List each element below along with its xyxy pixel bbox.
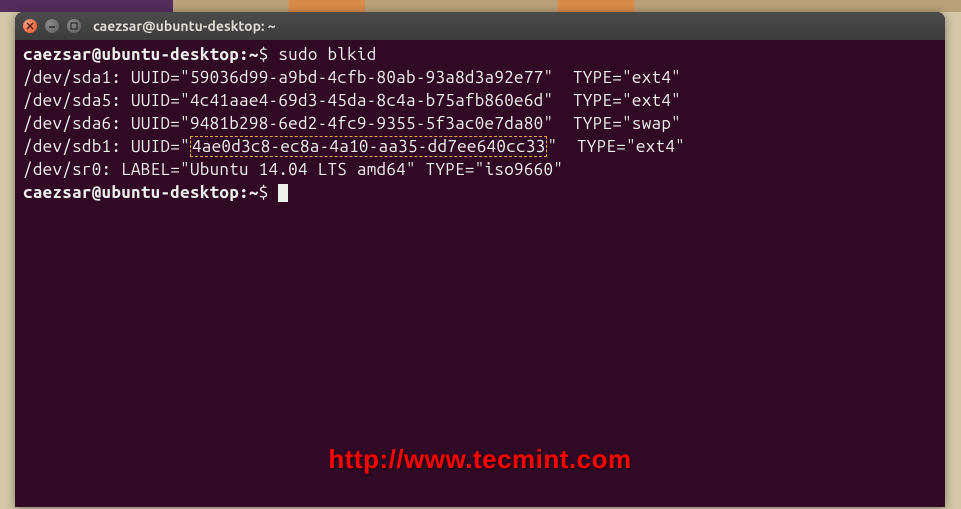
watermark-text: http://www.tecmint.com — [328, 444, 631, 475]
device-name: /dev/sr0: — [23, 160, 111, 179]
type-value: "swap" — [622, 114, 681, 133]
label-key: LABEL= — [121, 160, 180, 179]
uuid-value: "59036d99-a9bd-4cfb-80ab-93a8d3a92e77" — [180, 68, 553, 87]
highlighted-uuid: 4ae0d3c8-ec8a-4a10-aa35-dd7ee640cc33 — [190, 136, 548, 157]
uuid-value: "4c41aae4-69d3-45da-8c4a-b75afb860e6d" — [180, 91, 553, 110]
command-text: sudo blkid — [278, 45, 376, 64]
prompt-path: ~ — [249, 183, 259, 202]
type-label: TYPE= — [426, 160, 475, 179]
prompt-line-idle: caezsar@ubuntu-desktop:~$ — [23, 182, 937, 205]
prompt-path: ~ — [249, 45, 259, 64]
device-name: /dev/sdb1: — [23, 137, 121, 156]
prompt-user-host: caezsar@ubuntu-desktop — [23, 45, 239, 64]
uuid-label: UUID= — [131, 68, 180, 87]
prompt-line: caezsar@ubuntu-desktop:~$ sudo blkid — [23, 44, 937, 67]
cursor — [278, 184, 288, 202]
terminal-content[interactable]: caezsar@ubuntu-desktop:~$ sudo blkid /de… — [15, 40, 945, 209]
uuid-value: "9481b298-6ed2-4fc9-9355-5f3ac0e7da80" — [180, 114, 553, 133]
device-name: /dev/sda5: — [23, 91, 121, 110]
device-name: /dev/sda1: — [23, 68, 121, 87]
type-label: TYPE= — [573, 91, 622, 110]
uuid-label: UUID= — [131, 91, 180, 110]
type-value: "ext4" — [622, 91, 681, 110]
output-line-sda5: /dev/sda5: UUID="4c41aae4-69d3-45da-8c4a… — [23, 90, 937, 113]
minimize-button[interactable] — [45, 19, 59, 33]
output-line-sda6: /dev/sda6: UUID="9481b298-6ed2-4fc9-9355… — [23, 113, 937, 136]
output-line-sdb1: /dev/sdb1: UUID="4ae0d3c8-ec8a-4a10-aa35… — [23, 136, 937, 159]
window-titlebar[interactable]: caezsar@ubuntu-desktop: ~ — [15, 12, 945, 40]
device-name: /dev/sda6: — [23, 114, 121, 133]
type-label: TYPE= — [573, 114, 622, 133]
label-value: "Ubuntu 14.04 LTS amd64" — [180, 160, 416, 179]
type-value: "ext4" — [622, 68, 681, 87]
uuid-close-quote: " — [547, 137, 557, 156]
uuid-label: UUID=" — [131, 137, 190, 156]
type-label: TYPE= — [573, 68, 622, 87]
type-value: "iso9660" — [475, 160, 563, 179]
window-controls — [23, 19, 81, 33]
output-line-sr0: /dev/sr0: LABEL="Ubuntu 14.04 LTS amd64"… — [23, 159, 937, 182]
type-label: TYPE= — [577, 137, 626, 156]
uuid-label: UUID= — [131, 114, 180, 133]
type-value: "ext4" — [626, 137, 685, 156]
output-line-sda1: /dev/sda1: UUID="59036d99-a9bd-4cfb-80ab… — [23, 67, 937, 90]
desktop-background — [0, 0, 961, 12]
prompt-symbol: $ — [259, 45, 269, 64]
window-title: caezsar@ubuntu-desktop: ~ — [93, 18, 276, 34]
close-button[interactable] — [23, 19, 37, 33]
prompt-user-host: caezsar@ubuntu-desktop — [23, 183, 239, 202]
maximize-button[interactable] — [67, 19, 81, 33]
prompt-colon: : — [239, 45, 249, 64]
prompt-symbol: $ — [259, 183, 269, 202]
prompt-colon: : — [239, 183, 249, 202]
terminal-window: caezsar@ubuntu-desktop: ~ caezsar@ubuntu… — [15, 12, 945, 507]
